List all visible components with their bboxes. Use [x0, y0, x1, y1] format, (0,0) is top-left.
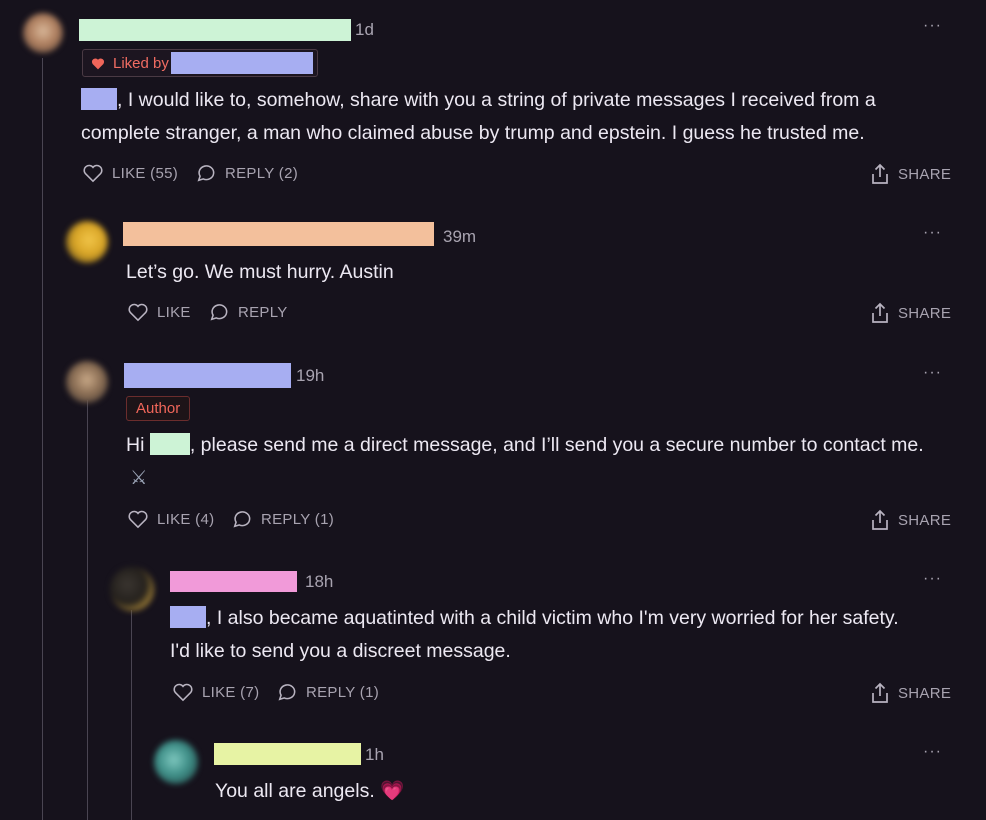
thread-line-reply: [131, 610, 132, 820]
share-button[interactable]: SHARE: [870, 682, 951, 704]
reply-button[interactable]: REPLY (2): [195, 163, 298, 183]
comment-body: , I would like to, somehow, share with y…: [81, 84, 941, 150]
reply-label: REPLY (2): [225, 164, 299, 182]
liked-by-user-redacted[interactable]: [170, 52, 313, 74]
share-icon: [872, 682, 888, 703]
pink-heart-emoji: 💗: [380, 780, 405, 802]
speech-bubble-icon: [210, 304, 228, 321]
like-button[interactable]: LIKE (4): [127, 509, 214, 529]
share-label: SHARE: [898, 304, 952, 322]
reply-label: REPLY (1): [306, 683, 380, 701]
more-options-icon[interactable]: ···: [923, 224, 942, 242]
liked-by-badge: Liked by: [82, 49, 318, 77]
comment-body: , I also became aquatinted with a child …: [170, 602, 910, 668]
username-redacted[interactable]: [124, 363, 291, 388]
username-redacted[interactable]: [170, 571, 297, 592]
reply-button[interactable]: REPLY: [208, 302, 288, 322]
share-icon: [872, 302, 888, 323]
reply-label: REPLY: [238, 303, 288, 321]
comment-text: , I would like to, somehow, share with y…: [81, 89, 876, 144]
speech-bubble-icon: [197, 165, 215, 182]
like-label: LIKE (7): [202, 683, 260, 701]
speech-bubble-icon: [233, 511, 251, 528]
like-label: LIKE (55): [112, 164, 179, 182]
share-icon: [872, 163, 888, 184]
avatar[interactable]: [110, 567, 154, 611]
comment-time: 39m: [443, 227, 477, 246]
share-button[interactable]: SHARE: [870, 163, 951, 185]
comment-body: You all are angels. 💗: [215, 775, 915, 808]
username-redacted[interactable]: [79, 19, 351, 41]
comment-text: , I also became aquatinted with a child …: [170, 607, 899, 662]
share-button[interactable]: SHARE: [870, 509, 951, 531]
comment-time: 18h: [305, 572, 334, 591]
heart-icon: [91, 57, 105, 70]
share-label: SHARE: [898, 165, 952, 183]
share-label: SHARE: [898, 684, 952, 702]
comment-time: 1d: [355, 20, 374, 39]
greeting-text: Hi: [126, 434, 145, 456]
comment-text: You all are angels.: [215, 780, 375, 802]
more-options-icon[interactable]: ···: [923, 743, 942, 761]
comment-text: , please send me a direct message, and I…: [189, 434, 924, 456]
like-button[interactable]: LIKE: [127, 302, 191, 322]
comment-time: 19h: [296, 366, 325, 385]
avatar[interactable]: [23, 13, 63, 53]
comment-time: 1h: [365, 745, 384, 764]
like-label: LIKE: [157, 303, 191, 321]
like-label: LIKE (4): [157, 510, 215, 528]
reply-button[interactable]: REPLY (1): [276, 682, 379, 702]
liked-by-label: Liked by: [113, 54, 169, 72]
share-button[interactable]: SHARE: [870, 302, 951, 324]
mention-redacted[interactable]: [81, 88, 117, 110]
thread-line-root: [42, 58, 43, 820]
avatar[interactable]: [66, 361, 108, 403]
comment-body: Let’s go. We must hurry. Austin: [126, 256, 926, 289]
share-icon: [872, 509, 888, 530]
crossed-swords-emoji: ⚔: [130, 467, 148, 489]
avatar[interactable]: [66, 221, 108, 263]
reply-button[interactable]: REPLY (1): [231, 509, 334, 529]
comment-text: Let’s go. We must hurry. Austin: [126, 261, 394, 283]
more-options-icon[interactable]: ···: [923, 570, 942, 588]
share-label: SHARE: [898, 511, 952, 529]
speech-bubble-icon: [278, 684, 296, 701]
reply-label: REPLY (1): [261, 510, 335, 528]
more-options-icon[interactable]: ···: [923, 17, 942, 35]
heart-outline-icon: [83, 164, 103, 183]
heart-outline-icon: [128, 510, 148, 529]
more-options-icon[interactable]: ···: [923, 364, 942, 382]
username-redacted[interactable]: [123, 222, 434, 246]
thread-line-author: [87, 400, 88, 820]
mention-redacted[interactable]: [170, 606, 206, 628]
like-button[interactable]: LIKE (55): [82, 163, 178, 183]
username-redacted[interactable]: [214, 743, 361, 765]
mention-redacted[interactable]: [149, 433, 190, 455]
avatar[interactable]: [154, 740, 198, 784]
comment-body: Hi , please send me a direct message, an…: [126, 429, 946, 495]
heart-outline-icon: [173, 683, 193, 702]
like-button[interactable]: LIKE (7): [172, 682, 259, 702]
heart-outline-icon: [128, 303, 148, 322]
author-badge: Author: [126, 396, 191, 421]
